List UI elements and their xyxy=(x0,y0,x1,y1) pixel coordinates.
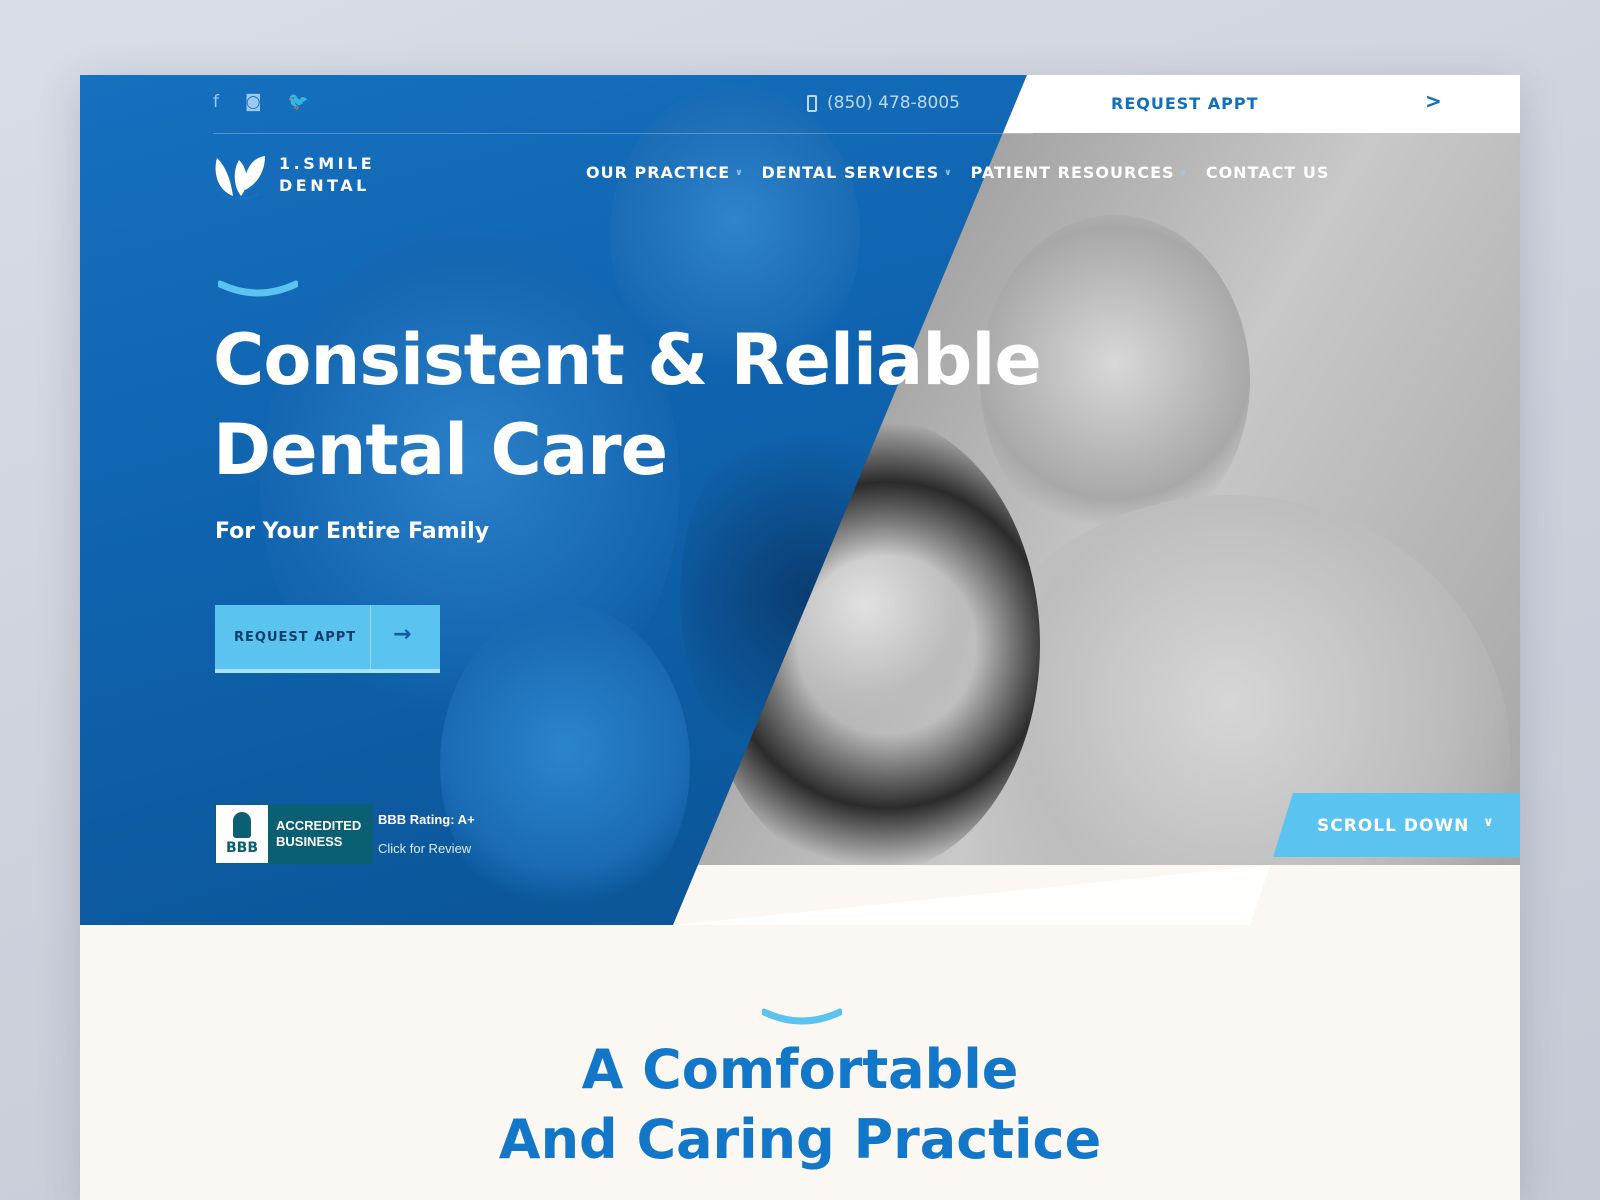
nav-label: DENTAL SERVICES xyxy=(761,163,940,182)
phone-link[interactable]: (850) 478-8005 xyxy=(807,93,960,113)
section-title-line2: And Caring Practice xyxy=(498,1108,1102,1171)
nav-patient-resources[interactable]: PATIENT RESOURCES ∨ xyxy=(971,163,1188,182)
hero: f ◙ 🐦 (850) 478-8005 REQUEST APPT > 1.SM… xyxy=(80,75,1520,925)
bbb-accredited-line1: ACCREDITED xyxy=(276,818,362,833)
phone-icon xyxy=(807,94,817,112)
hero-headline-line2: Dental Care xyxy=(213,409,668,491)
smile-curve-icon xyxy=(762,1008,842,1025)
phone-number: (850) 478-8005 xyxy=(827,93,960,113)
chevron-down-icon: ∨ xyxy=(1483,815,1494,830)
chevron-down-icon: ∨ xyxy=(1179,167,1188,178)
chevron-down-icon: ∨ xyxy=(735,167,744,178)
scroll-down-button[interactable]: SCROLL DOWN ∨ xyxy=(1273,793,1520,857)
nav-label: PATIENT RESOURCES xyxy=(970,163,1175,182)
facebook-icon[interactable]: f xyxy=(213,92,219,112)
hero-headline-line1: Consistent & Reliable xyxy=(213,319,1042,401)
photo-man-shirt xyxy=(950,495,1510,925)
request-appt-top-button[interactable]: REQUEST APPT > xyxy=(1003,75,1520,133)
section-title: A Comfortable And Caring Practice xyxy=(80,1035,1520,1175)
request-appt-top-label: REQUEST APPT xyxy=(1111,94,1259,113)
topbar-divider xyxy=(213,133,1033,134)
nav-our-practice[interactable]: OUR PRACTICE ∨ xyxy=(586,163,744,182)
hero-headline: Consistent & Reliable Dental Care xyxy=(213,315,1042,495)
section-title-line1: A Comfortable xyxy=(581,1038,1019,1101)
hero-subhead: For Your Entire Family xyxy=(215,519,490,544)
twitter-icon[interactable]: 🐦 xyxy=(288,92,309,112)
bbb-rating: BBB Rating: A+ xyxy=(378,812,475,827)
bbb-seal-text: BBB xyxy=(225,840,258,856)
logo-line2: DENTAL xyxy=(279,176,370,195)
logo-line1: 1.SMILE xyxy=(279,154,376,173)
bbb-accredited-line2: BUSINESS xyxy=(276,834,343,849)
bbb-review-link[interactable]: Click for Review xyxy=(378,841,475,856)
social-links: f ◙ 🐦 xyxy=(213,92,309,112)
scroll-down-label: SCROLL DOWN xyxy=(1317,816,1470,836)
bbb-torch-icon xyxy=(233,812,251,838)
instagram-icon[interactable]: ◙ xyxy=(245,92,262,112)
smile-curve-icon xyxy=(218,280,298,297)
bbb-accredited-text: ACCREDITED BUSINESS xyxy=(276,818,361,850)
logo-leaf-icon xyxy=(215,156,265,200)
request-appt-button[interactable]: REQUEST APPT → xyxy=(215,605,440,673)
nav-label: OUR PRACTICE xyxy=(586,163,731,182)
chevron-down-icon: ∨ xyxy=(944,167,953,178)
logo[interactable]: 1.SMILE DENTAL xyxy=(211,150,375,200)
bbb-badge[interactable]: BBB ACCREDITED BUSINESS BBB Rating: A+ C… xyxy=(215,804,475,864)
bbb-accredited-box: BBB ACCREDITED BUSINESS xyxy=(215,804,373,864)
bbb-side-info: BBB Rating: A+ Click for Review xyxy=(378,804,475,856)
main-nav: OUR PRACTICE ∨ DENTAL SERVICES ∨ PATIENT… xyxy=(586,163,1329,182)
arrow-right-icon: → xyxy=(393,622,412,647)
photo-girl-face xyxy=(440,605,690,925)
nav-contact-us[interactable]: CONTACT US xyxy=(1206,163,1330,182)
chevron-right-icon: > xyxy=(1425,89,1442,113)
request-appt-label: REQUEST APPT xyxy=(234,629,357,645)
nav-label: CONTACT US xyxy=(1205,163,1330,182)
logo-text: 1.SMILE DENTAL xyxy=(279,153,375,197)
bbb-seal: BBB xyxy=(216,805,268,863)
nav-dental-services[interactable]: DENTAL SERVICES ∨ xyxy=(762,163,953,182)
button-divider xyxy=(370,605,371,669)
website-frame: f ◙ 🐦 (850) 478-8005 REQUEST APPT > 1.SM… xyxy=(80,75,1520,1200)
